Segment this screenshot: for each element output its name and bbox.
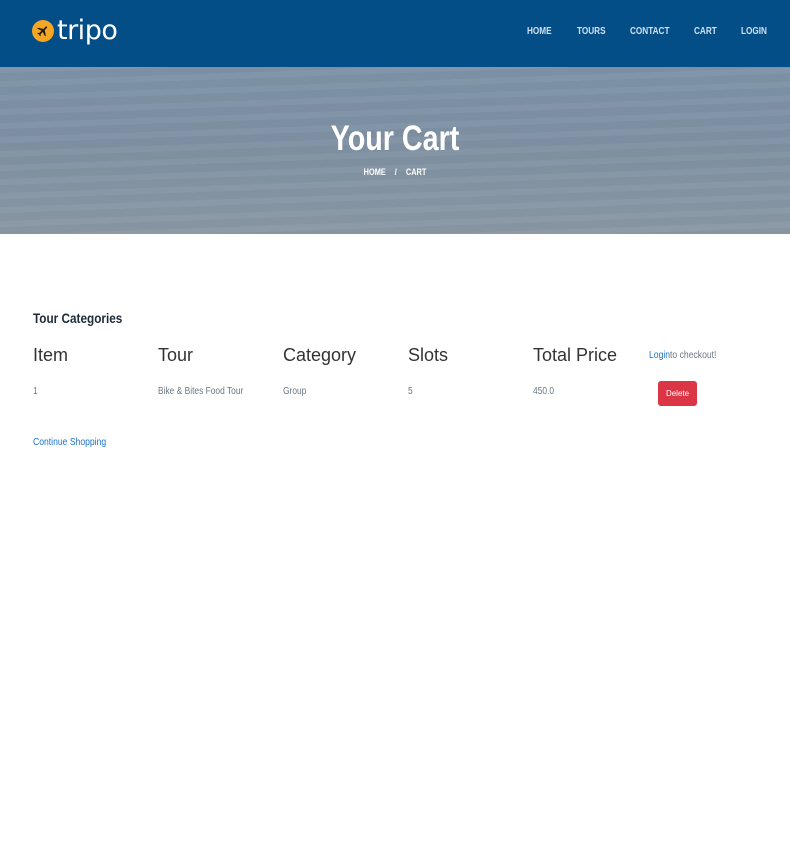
delete-button[interactable]: Delete <box>658 381 697 406</box>
continue-shopping-link[interactable]: Continue Shopping <box>33 437 106 448</box>
breadcrumb-home[interactable]: HOME <box>364 167 386 177</box>
column-header-item: Item <box>33 345 69 365</box>
cell-item: 1 <box>33 386 38 397</box>
nav-home[interactable]: HOME <box>527 26 552 37</box>
nav-contact[interactable]: CONTACT <box>630 26 669 37</box>
top-navbar: tripo HOME TOURS CONTACT CART LOGIN <box>0 0 790 67</box>
column-header-slots: Slots <box>408 345 449 365</box>
page-title: Your Cart <box>330 119 460 158</box>
login-link[interactable]: Login <box>649 350 670 361</box>
plane-icon <box>32 20 54 42</box>
checkout-note: Loginto checkout! <box>649 350 716 361</box>
nav-tours[interactable]: TOURS <box>577 26 606 37</box>
section-title: Tour Categories <box>33 310 123 326</box>
checkout-note-text: to checkout! <box>670 350 717 361</box>
breadcrumb-current: CART <box>405 167 427 177</box>
cell-total-price: 450.0 <box>533 386 555 397</box>
brand-logo[interactable]: tripo <box>32 15 118 46</box>
nav-cart[interactable]: CART <box>694 26 717 37</box>
column-header-total-price: Total Price <box>533 345 618 365</box>
column-header-category: Category <box>283 345 357 365</box>
nav-login[interactable]: LOGIN <box>741 26 767 37</box>
cell-category: Group <box>283 386 307 397</box>
brand-name: tripo <box>57 15 118 46</box>
column-header-tour: Tour <box>158 345 194 365</box>
page-hero: Your Cart HOME / CART <box>0 67 790 234</box>
cell-slots: 5 <box>408 386 413 397</box>
breadcrumb-separator: / <box>394 167 397 177</box>
breadcrumb: HOME / CART <box>71 166 719 178</box>
cell-tour: Bike & Bites Food Tour <box>158 386 244 397</box>
